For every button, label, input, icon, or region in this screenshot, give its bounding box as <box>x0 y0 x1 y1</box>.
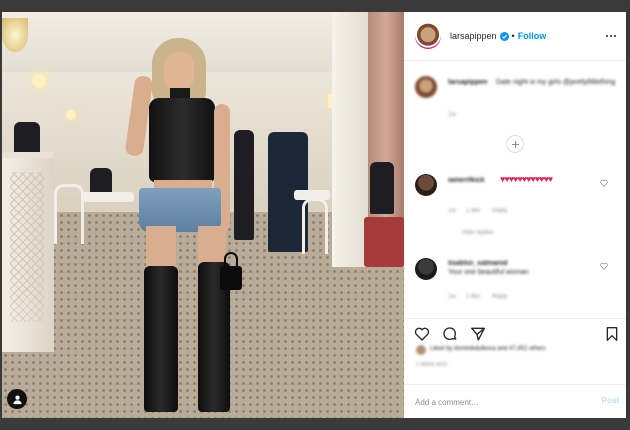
like-comment-heart-icon[interactable] <box>600 179 608 187</box>
comment-reply[interactable]: Reply <box>492 294 507 300</box>
comment-username[interactable]: iamerifkick <box>448 176 485 185</box>
photo-bg-person <box>370 162 394 214</box>
comment-text: Date night w my girls @prettylittlething <box>496 79 616 86</box>
share-send-icon[interactable] <box>470 326 486 342</box>
comment-text: Your one beautiful woman <box>448 269 529 276</box>
user-icon <box>12 395 22 404</box>
comment-likes[interactable]: 1 like <box>466 294 480 300</box>
add-comment-input[interactable] <box>415 395 585 409</box>
photo-chandelier <box>2 18 28 52</box>
plus-icon <box>511 140 519 148</box>
more-options-icon[interactable] <box>604 29 618 43</box>
photo-counter-lattice <box>10 172 44 322</box>
comments-list[interactable]: larsapippen Date night w my girls @prett… <box>404 62 626 318</box>
comment-bubble-icon[interactable] <box>442 326 458 342</box>
avatar[interactable] <box>415 23 441 49</box>
comment-time: 1w <box>448 208 456 214</box>
post-header: larsapippen • Follow <box>404 12 626 61</box>
photo-woman-top <box>149 98 215 182</box>
photo-lamp <box>32 74 46 88</box>
load-more-comments-button[interactable] <box>506 135 524 153</box>
comment-username[interactable]: lisablizi_salmanid <box>448 259 508 268</box>
photo-bag <box>220 266 242 290</box>
post-actions <box>404 318 626 346</box>
likes-count[interactable]: Liked by dominikdulbosa and 47,452 other… <box>430 346 546 352</box>
comment-likes[interactable]: 1 like <box>466 208 480 214</box>
comment-avatar[interactable] <box>415 76 437 98</box>
comment-time: 1w <box>448 112 456 118</box>
top-frame-bar <box>0 0 630 12</box>
photo-lamp <box>66 110 76 120</box>
verified-badge-icon <box>499 31 509 41</box>
post-comment-button[interactable]: Post <box>602 396 619 405</box>
post-photo[interactable] <box>2 12 404 418</box>
photo-pillar <box>332 12 368 267</box>
photo-bg-person <box>234 130 254 240</box>
photo-chair <box>302 198 328 254</box>
header-username[interactable]: larsapippen <box>450 31 497 41</box>
bottom-frame-bar <box>0 418 630 430</box>
comment-reply[interactable]: Reply <box>492 208 507 214</box>
right-frame-edge <box>626 12 630 418</box>
toggle-replies-button[interactable]: Hide replies <box>462 230 494 236</box>
photo-chair <box>54 184 84 244</box>
like-heart-icon[interactable] <box>414 326 430 342</box>
post-time: 1 week ago <box>416 362 448 368</box>
tagged-users-button[interactable] <box>7 389 27 409</box>
photo-table <box>82 192 134 202</box>
comment-avatar[interactable] <box>415 258 437 280</box>
comment-hearts: ♥♥♥♥♥♥♥♥♥♥♥♥ <box>500 174 553 184</box>
follow-button[interactable]: Follow <box>518 31 547 41</box>
comment-time: 1w <box>448 294 456 300</box>
add-comment-bar: Post <box>404 384 626 418</box>
comment-username[interactable]: larsapippen <box>448 78 487 87</box>
post-sidebar: larsapippen • Follow larsapippen Date ni… <box>404 12 626 418</box>
comment-avatar[interactable] <box>415 174 437 196</box>
like-comment-heart-icon[interactable] <box>600 262 608 270</box>
liker-avatar <box>416 345 426 355</box>
photo-booth <box>364 217 404 267</box>
photo-woman-boot <box>144 266 178 412</box>
save-bookmark-icon[interactable] <box>604 326 620 342</box>
photo-woman-face <box>164 52 194 92</box>
header-separator: • <box>511 31 515 41</box>
photo-woman-leg <box>146 226 176 270</box>
